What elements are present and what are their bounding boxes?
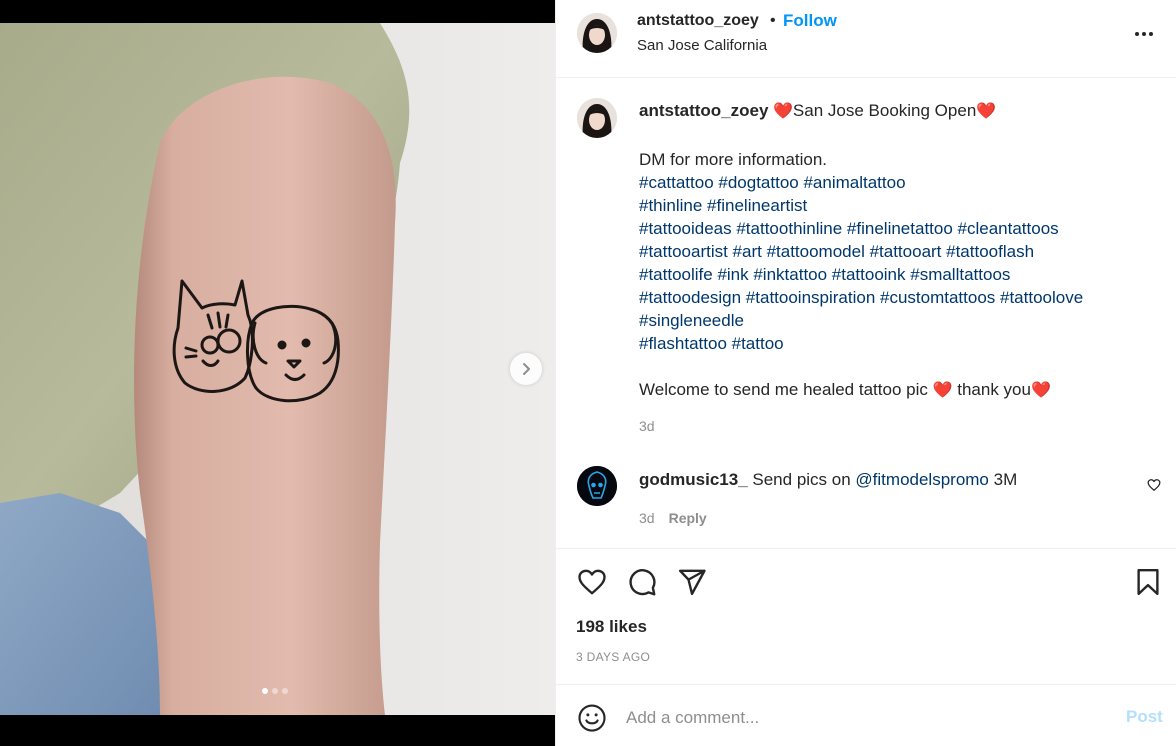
caption-username[interactable]: antstattoo_zoey [639,101,768,121]
chevron-right-icon [523,363,530,375]
hashtag-line[interactable]: #flashtattoo #tattoo [639,332,1159,355]
comment-input[interactable] [626,704,1086,732]
post-comment-button[interactable]: Post [1126,707,1163,727]
avatar[interactable] [577,98,617,138]
next-slide-button[interactable] [510,353,542,385]
hashtag-line[interactable]: #thinline #finelineartist [639,194,1159,217]
comment-like-heart-icon[interactable] [1147,478,1161,492]
caption-timestamp[interactable]: 3d [639,418,655,434]
follow-button[interactable]: Follow [783,11,837,31]
hashtag-line[interactable]: #tattooideas #tattoothinline #finelineta… [639,217,1159,240]
post-side-panel: antstattoo_zoey • Follow San Jose Califo… [555,0,1176,746]
tattoo-arm-photo [0,23,555,715]
hashtag-line[interactable]: #tattoolife #ink #inktattoo #tattooink #… [639,263,1159,286]
heart-emoji: ❤️ [932,382,953,399]
profile-photo [577,13,617,53]
slide-dot-active [262,688,268,694]
post-date[interactable]: 3 DAYS AGO [576,650,650,664]
hashtag-line[interactable]: #tattoodesign #tattooinspiration #custom… [639,286,1159,309]
heart-emoji: ❤️ [976,103,997,120]
caption-body: DM for more information. #cattattoo #dog… [639,148,1159,402]
more-options-button[interactable] [1132,22,1156,46]
hashtag-line[interactable]: #cattattoo #dogtattoo #animaltattoo [639,171,1159,194]
slide-dot [272,688,278,694]
comment-icon[interactable] [627,567,657,597]
skull-avatar-icon [577,466,617,506]
hashtag-line[interactable]: #singleneedle [639,309,1159,332]
avatar[interactable] [577,466,617,506]
comment-timestamp[interactable]: 3d [639,510,655,526]
thanks-text: thank you [957,380,1031,399]
post-photo [0,23,555,715]
heart-emoji: ❤️ [1030,382,1051,399]
separator-dot: • [770,12,776,29]
comment-body: Send pics on [752,470,851,489]
profile-photo [577,98,617,138]
comment-suffix: 3M [993,470,1018,489]
likes-count[interactable]: 198 likes [576,617,647,637]
comment-username[interactable]: godmusic13_ [639,470,748,489]
emoji-icon[interactable] [577,703,607,733]
comment-text: godmusic13_ Send pics on @fitmodelspromo… [639,470,1017,490]
heart-icon[interactable] [577,567,607,597]
author-username[interactable]: antstattoo_zoey [637,12,759,30]
caption-title-text: San Jose Booking Open [792,101,977,120]
welcome-text: Welcome to send me healed tattoo pic [639,380,928,399]
hashtag-line[interactable]: #tattooartist #art #tattoomodel #tattooa… [639,240,1159,263]
avatar[interactable] [577,13,617,53]
caption-title: ❤️San Jose Booking Open❤️ [773,101,996,121]
slide-dot [282,688,288,694]
post-actions: 198 likes 3 DAYS AGO [556,548,1176,684]
more-horizontal-icon [1135,32,1153,36]
caption-welcome-line: Welcome to send me healed tattoo pic ❤️ … [639,378,1159,402]
bookmark-icon[interactable] [1133,567,1163,597]
reply-button[interactable]: Reply [669,510,707,526]
share-icon[interactable] [677,567,707,597]
post-media [0,0,555,746]
comment-mention[interactable]: @fitmodelspromo [855,470,988,489]
slide-indicator [262,688,288,694]
comment-composer: Post [556,684,1176,746]
post-header: antstattoo_zoey • Follow San Jose Califo… [556,0,1176,78]
caption-dm-line: DM for more information. [639,150,827,169]
heart-emoji: ❤️ [773,103,793,120]
location-link[interactable]: San Jose California [637,37,767,54]
comment-meta: 3d Reply [639,510,707,526]
